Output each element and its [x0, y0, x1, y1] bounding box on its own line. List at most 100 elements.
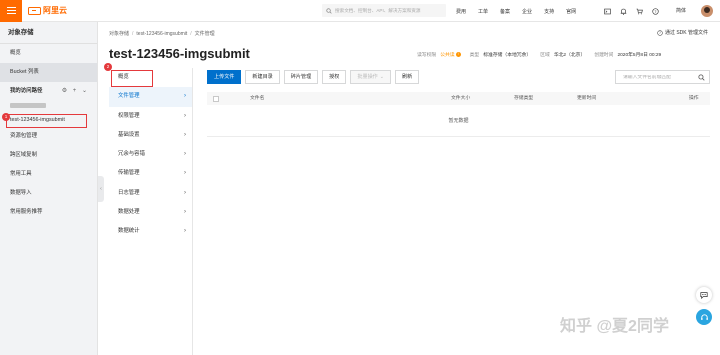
chevron-down-icon: ⌄ [379, 73, 385, 80]
help-circle-icon: ? [657, 29, 663, 36]
sidebar-title: 对象存储 [0, 22, 97, 44]
bucket-subnav: 概览 文件管理 › 权限管理 › 基础设置 › 冗余与容错 › 传输管理 › 日志管理 › … [109, 68, 193, 355]
file-table: 文件名 文件大小 存储类型 更新时间 操作 暂无数据 [207, 92, 710, 137]
breadcrumb: 对象存储 / test-123456-imgsubmit / 文件管理 [109, 31, 215, 37]
subnav-item-data-processing[interactable]: 数据处理 › [109, 203, 192, 222]
search-icon [326, 7, 332, 14]
svg-text:?: ? [654, 8, 656, 13]
cart-icon[interactable] [636, 8, 643, 15]
subnav-item-logs[interactable]: 日志管理 › [109, 184, 192, 203]
breadcrumb-oss[interactable]: 对象存储 [109, 31, 129, 37]
subnav-item-file-management[interactable]: 文件管理 › [109, 87, 192, 107]
table-header: 文件名 文件大小 存储类型 更新时间 操作 [207, 92, 710, 105]
annotation-box-bucket [6, 114, 87, 128]
subnav-item-redundancy[interactable]: 冗余与容错 › [109, 145, 192, 164]
nav-fees[interactable]: 费用 [456, 8, 466, 15]
col-storage-class: 存储类型 [514, 96, 534, 101]
nav-icp[interactable]: 备案 [500, 8, 510, 15]
col-filename: 文件名 [250, 96, 265, 101]
annotation-box-overview [111, 70, 153, 87]
file-toolbar: 上传文件 新建目录 碎片管理 授权 批量操作 ⌄ 刷新 [207, 70, 420, 84]
authorize-button[interactable]: 授权 [322, 70, 347, 84]
file-search[interactable] [615, 70, 710, 84]
warning-icon: ! [455, 52, 461, 57]
headset-icon [700, 313, 708, 320]
select-all-checkbox[interactable] [213, 95, 219, 102]
region-label: 区域 [540, 53, 550, 58]
chevron-right-icon: › [184, 93, 186, 100]
annotation-badge-1: 1 [2, 113, 10, 121]
created-label: 创建时间 [594, 53, 614, 58]
fragment-management-button[interactable]: 碎片管理 [283, 70, 319, 84]
aliyun-logo[interactable]: 阿里云 [28, 5, 67, 16]
svg-text:?: ? [659, 31, 661, 35]
nav-official-site[interactable]: 官网 [566, 8, 576, 15]
logo-text: 阿里云 [43, 6, 67, 15]
main-content: 对象存储 / test-123456-imgsubmit / 文件管理 ? 通过 SDK… [99, 22, 720, 355]
col-actions: 操作 [689, 96, 699, 101]
region-value: 华北2（北京） [553, 53, 586, 58]
chevron-right-icon: › [184, 228, 186, 235]
chevron-right-icon: › [184, 209, 186, 216]
logo-mark-icon [28, 6, 41, 15]
top-icon-group: ? [604, 0, 659, 22]
sidebar-item-bucket-list[interactable]: Bucket 列表 [0, 63, 97, 82]
new-directory-button[interactable]: 新建目录 [245, 70, 280, 84]
sdk-link-text: 通过 SDK 管理文件 [664, 30, 708, 36]
sidebar-item-overview[interactable]: 概览 [0, 44, 97, 63]
top-nav-links: 费用 工单 备案 企业 支持 官网 [456, 0, 588, 22]
terminal-icon[interactable] [604, 8, 611, 15]
chevron-right-icon: › [184, 151, 186, 158]
top-navbar: 阿里云 费用 工单 备案 企业 支持 官网 ? 简体 [0, 0, 720, 22]
sidebar-item-resource-packages[interactable]: 资源包管理 [0, 127, 97, 146]
search-icon[interactable] [698, 74, 705, 81]
acl-label: 读写权限 [417, 53, 437, 58]
product-sidebar: 对象存储 概览 Bucket 列表 我的访问路径 ⚙ + ⌄ test-1234… [0, 22, 98, 355]
user-avatar[interactable] [701, 5, 713, 17]
sidebar-item-cross-region-replication[interactable]: 跨区域复制 [0, 146, 97, 165]
watermark: 知乎 @夏2同学 [560, 318, 669, 335]
sidebar-item-recommended-services[interactable]: 常用服务推荐 [0, 203, 97, 222]
customer-service-button[interactable] [696, 309, 712, 325]
refresh-button[interactable]: 刷新 [395, 70, 420, 84]
page-title: test-123456-imgsubmit [109, 46, 250, 61]
chat-icon [700, 292, 708, 299]
chevron-right-icon: › [184, 112, 186, 119]
access-path-label: 我的访问路径 [10, 88, 43, 94]
language-switch[interactable]: 简体 [676, 0, 686, 22]
chevron-right-icon: › [184, 189, 186, 196]
sdk-manage-link[interactable]: ? 通过 SDK 管理文件 [657, 29, 708, 36]
global-search-input[interactable] [335, 8, 445, 13]
help-icon[interactable]: ? [652, 7, 659, 15]
created-value: 2020年5月8日 00:29 [617, 53, 662, 58]
sidebar-item-data-import[interactable]: 数据导入 [0, 184, 97, 203]
acl-value[interactable]: 公共读! [440, 51, 461, 58]
subnav-item-transfer[interactable]: 传输管理 › [109, 164, 192, 183]
breadcrumb-bucket[interactable]: test-123456-imgsubmit [136, 31, 187, 37]
col-updated: 更新时间 [577, 96, 597, 101]
annotation-badge-2: 2 [104, 63, 112, 71]
bucket-meta: 读写权限 公共读! 类型 标准存储（本地冗余） 区域 华北2（北京） 创建时间 … [417, 51, 661, 58]
type-value: 标准存储（本地冗余） [483, 53, 532, 58]
table-empty-state: 暂无数据 [207, 105, 710, 137]
hamburger-menu-button[interactable] [0, 0, 22, 22]
nav-tickets[interactable]: 工单 [478, 8, 488, 15]
sidebar-section-access-path: 我的访问路径 ⚙ + ⌄ [0, 82, 97, 100]
subnav-item-basic-settings[interactable]: 基础设置 › [109, 126, 192, 145]
chevron-right-icon: › [184, 170, 186, 177]
col-size: 文件大小 [451, 96, 471, 101]
sidebar-item-common-tools[interactable]: 常用工具 [0, 165, 97, 184]
file-search-input[interactable] [623, 74, 693, 80]
chat-float-button[interactable] [696, 287, 712, 303]
subnav-item-permissions[interactable]: 权限管理 › [109, 107, 192, 126]
nav-support[interactable]: 支持 [544, 8, 554, 15]
access-path-tools[interactable]: ⚙ + ⌄ [62, 82, 89, 100]
batch-operation-dropdown[interactable]: 批量操作 ⌄ [350, 70, 392, 84]
bell-icon[interactable] [620, 8, 627, 15]
upload-file-button[interactable]: 上传文件 [207, 70, 242, 84]
nav-enterprise[interactable]: 企业 [522, 8, 532, 15]
global-search[interactable] [322, 4, 446, 17]
subnav-item-statistics[interactable]: 数据统计 › [109, 222, 192, 241]
chevron-right-icon: › [184, 131, 186, 138]
redacted-path [10, 103, 46, 108]
